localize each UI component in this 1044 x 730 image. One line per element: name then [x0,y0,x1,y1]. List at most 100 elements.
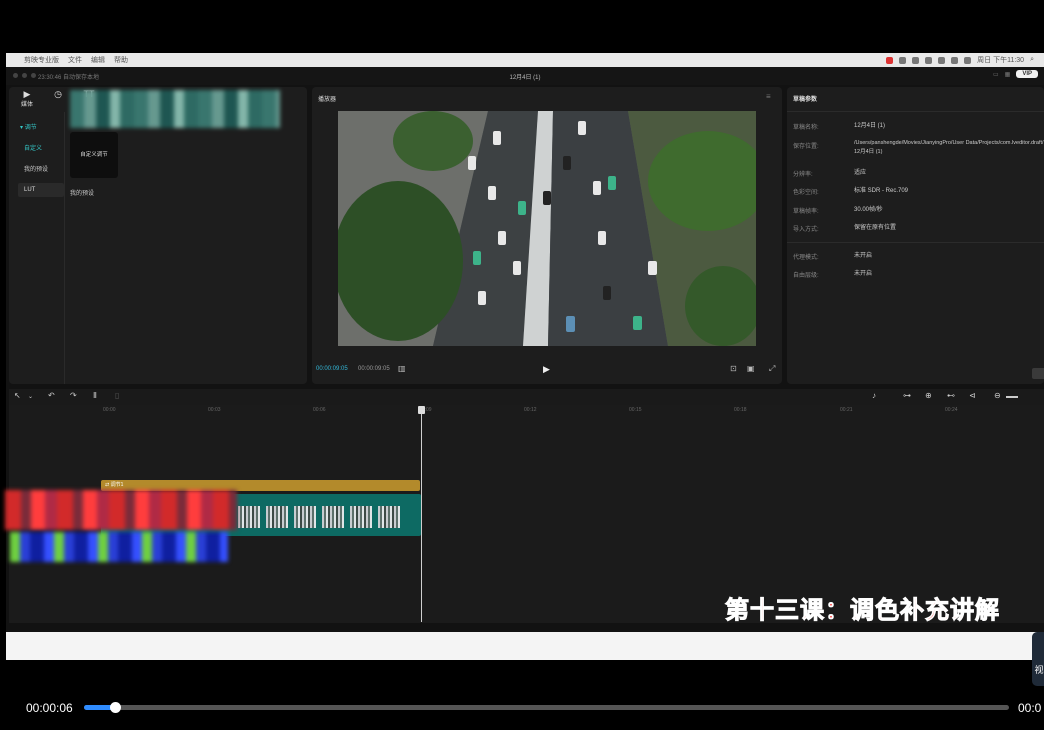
tick-label: 00:15 [629,407,642,413]
draft-label-framerate: 草稿帧率: [793,209,819,215]
grid-icon[interactable]: ▦ [1005,71,1011,78]
divider [787,242,1044,243]
clip-thumbnail [350,506,372,528]
draft-label-layer: 自由层级: [793,273,819,279]
tick-label: 00:12 [524,407,537,413]
clip-thumbnail [322,506,344,528]
redo-icon[interactable]: ↷ [70,391,77,400]
playhead-handle[interactable] [418,406,425,414]
vip-badge[interactable]: VIP [1016,70,1038,78]
linkage-icon[interactable]: ⊷ [947,391,955,400]
timeline-toolbar [9,389,1044,405]
category-adjust[interactable]: ▾ 调节 [14,121,60,135]
draft-label-name: 草稿名称: [793,125,819,131]
screenshot-icon[interactable]: ⊡ [730,364,737,373]
wifi-icon[interactable] [951,56,959,64]
draft-value-proxy: 未开启 [854,253,873,259]
draft-label-path: 保存位置: [793,144,819,150]
menu-help[interactable]: 帮助 [114,55,128,65]
search-icon[interactable]: ⌕ [1030,56,1034,64]
tool-media[interactable]: ▶ 媒体 [15,89,39,108]
wechat-icon[interactable] [899,56,907,64]
clip-thumbnail [378,506,400,528]
fullscreen-icon[interactable]: ⤢ [769,364,775,374]
ratio-icon[interactable]: ▣ [747,364,755,373]
pen-icon[interactable] [925,56,933,64]
link-icon[interactable]: ⊶ [903,391,911,400]
player-title: 播放器 [318,97,337,103]
microphone-icon[interactable]: ♪ [872,391,876,400]
tick-label: 00:24 [945,407,958,413]
draft-value-resolution: 适应 [854,170,867,176]
draft-label-proxy: 代理模式: [793,255,819,261]
menu-icon[interactable]: ≡ [766,92,771,101]
menubar-clock[interactable]: 周日 下午11:30 [977,55,1024,65]
video-progress-handle[interactable] [110,702,121,713]
window-titlebar: 23:30:46 自动保存本地 12月4日 (1) ▭ ▦ VIP [6,67,1044,85]
tool-audio[interactable]: ◷ [46,89,70,99]
play-button[interactable]: ▶ [543,364,550,375]
battery-icon[interactable] [964,56,972,64]
divider [787,111,1044,112]
snap-icon[interactable]: ⊕ [925,391,932,400]
preview-axis-icon[interactable]: ⊲ [969,391,976,400]
tick-label: 00:21 [840,407,853,413]
draft-value-framerate: 30.00帧/秒 [854,207,883,213]
app-bottom-strip [6,632,1044,660]
screen-icon[interactable] [912,56,920,64]
draft-label-import: 导入方式: [793,227,819,233]
draft-params-panel [787,87,1044,384]
clip-thumbnail [266,506,288,528]
draft-value-name: 12月4日 (1) [854,123,886,129]
draft-label-colorspace: 色彩空间: [793,190,819,196]
clip-thumbnail [238,506,260,528]
custom-adjust-card[interactable]: 自定义调节 [70,132,118,178]
video-progress-track[interactable] [84,705,1009,710]
menu-edit[interactable]: 编辑 [91,55,105,65]
video-total-time: 00:0 [1018,701,1042,715]
menubar-status-area: 周日 下午11:30 ⌕ [886,55,1044,65]
tick-label: 00:06 [313,407,326,413]
undo-icon[interactable]: ↶ [48,391,55,400]
menu-file[interactable]: 文件 [68,55,82,65]
category-my-presets[interactable]: 我的预设 [18,163,64,177]
draft-label-resolution: 分辨率: [793,172,813,178]
adjust-clip-label: 调节1 [110,482,124,488]
aerial-road-frame [338,111,756,346]
draft-value-path: /Users/panshengde/Movies/JianyingPro/Use… [854,140,1044,155]
bluetooth-icon[interactable] [938,56,946,64]
zoom-out-icon[interactable]: ⊖ [994,391,1001,400]
blurred-watermark-red [5,490,237,530]
select-tool-icon[interactable]: ↖ [14,391,21,400]
modify-button[interactable] [1032,368,1044,379]
split-icon[interactable]: Ⅱ [93,391,97,400]
chevron-down-icon[interactable]: ⌄ [28,393,33,400]
tick-label: 00:00 [103,407,116,413]
media-icon: ▶ [23,89,31,99]
player-total-time: 00:00:09:05 [358,366,390,372]
tick-label: 00:03 [208,407,221,413]
timeline-view-icon[interactable]: ▥ [398,364,406,373]
lesson-caption: 第十三课：调色补充讲解 [725,596,1000,625]
category-lut[interactable]: LUT [18,183,64,197]
draft-value-layer: 未开启 [854,271,873,277]
zoom-slider[interactable] [1006,396,1018,398]
draft-params-title: 草稿参数 [793,97,818,103]
video-current-time: 00:00:06 [26,701,73,715]
category-custom[interactable]: 自定义 [18,142,64,156]
player-current-time: 00:00:09:05 [316,366,348,372]
record-icon[interactable] [886,56,894,64]
my-presets-heading: 我的预设 [70,191,95,197]
clip-thumbnail [294,506,316,528]
side-tab[interactable]: 视 [1032,632,1044,686]
delete-icon[interactable]: ▯ [115,391,119,400]
blurred-watermark-blue [10,532,228,562]
video-preview[interactable] [338,111,756,346]
menu-app-name[interactable]: 剪映专业版 [24,55,59,65]
mac-menubar: 剪映专业版 文件 编辑 帮助 周日 下午11:30 ⌕ [6,53,1044,67]
audio-icon: ◷ [54,89,62,99]
draft-value-colorspace: 标准 SDR - Rec.709 [854,188,909,194]
layout-icon[interactable]: ▭ [993,71,999,78]
project-title: 12月4日 (1) [509,75,541,81]
panel-divider [64,112,65,384]
